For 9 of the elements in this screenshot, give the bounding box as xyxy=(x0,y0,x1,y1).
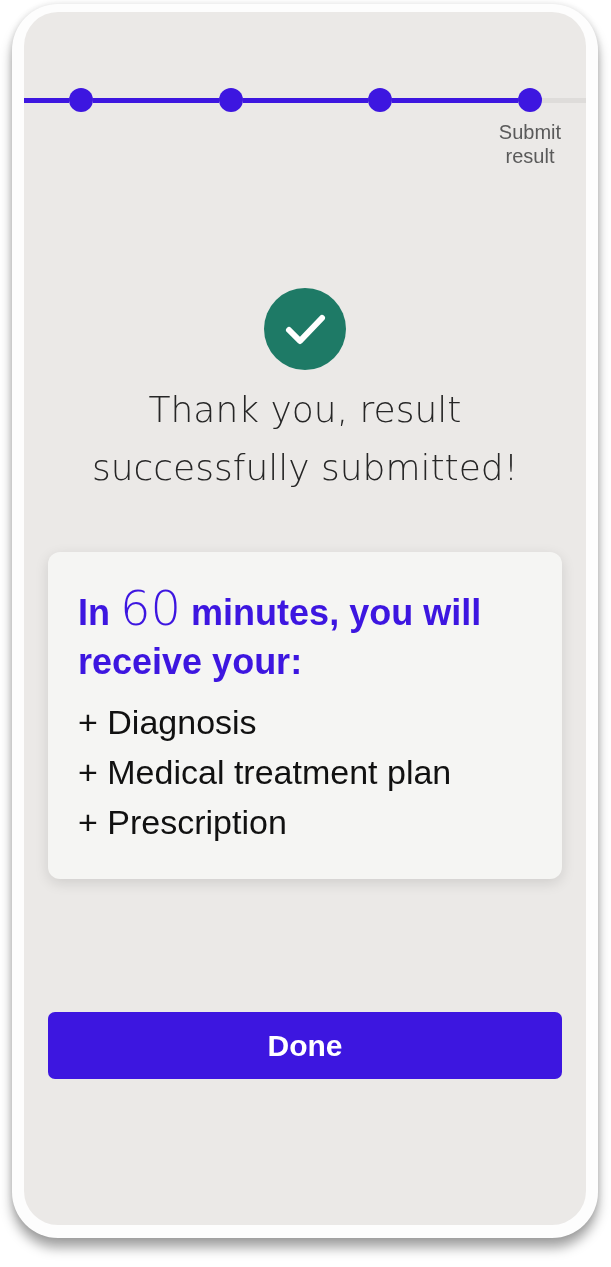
confirmation-title: Thank you, result successfully submitted! xyxy=(90,388,520,490)
progress-track xyxy=(542,97,586,103)
done-button[interactable]: Done xyxy=(48,1012,562,1079)
checkmark-icon xyxy=(264,288,346,370)
list-item: + Medical treatment plan xyxy=(78,752,452,793)
card-heading: In 60 minutes, you will receive your: xyxy=(78,584,483,684)
step-label: Submit result xyxy=(498,120,562,168)
list-item: + Diagnosis xyxy=(78,702,257,743)
list-item: + Prescription xyxy=(78,802,287,843)
